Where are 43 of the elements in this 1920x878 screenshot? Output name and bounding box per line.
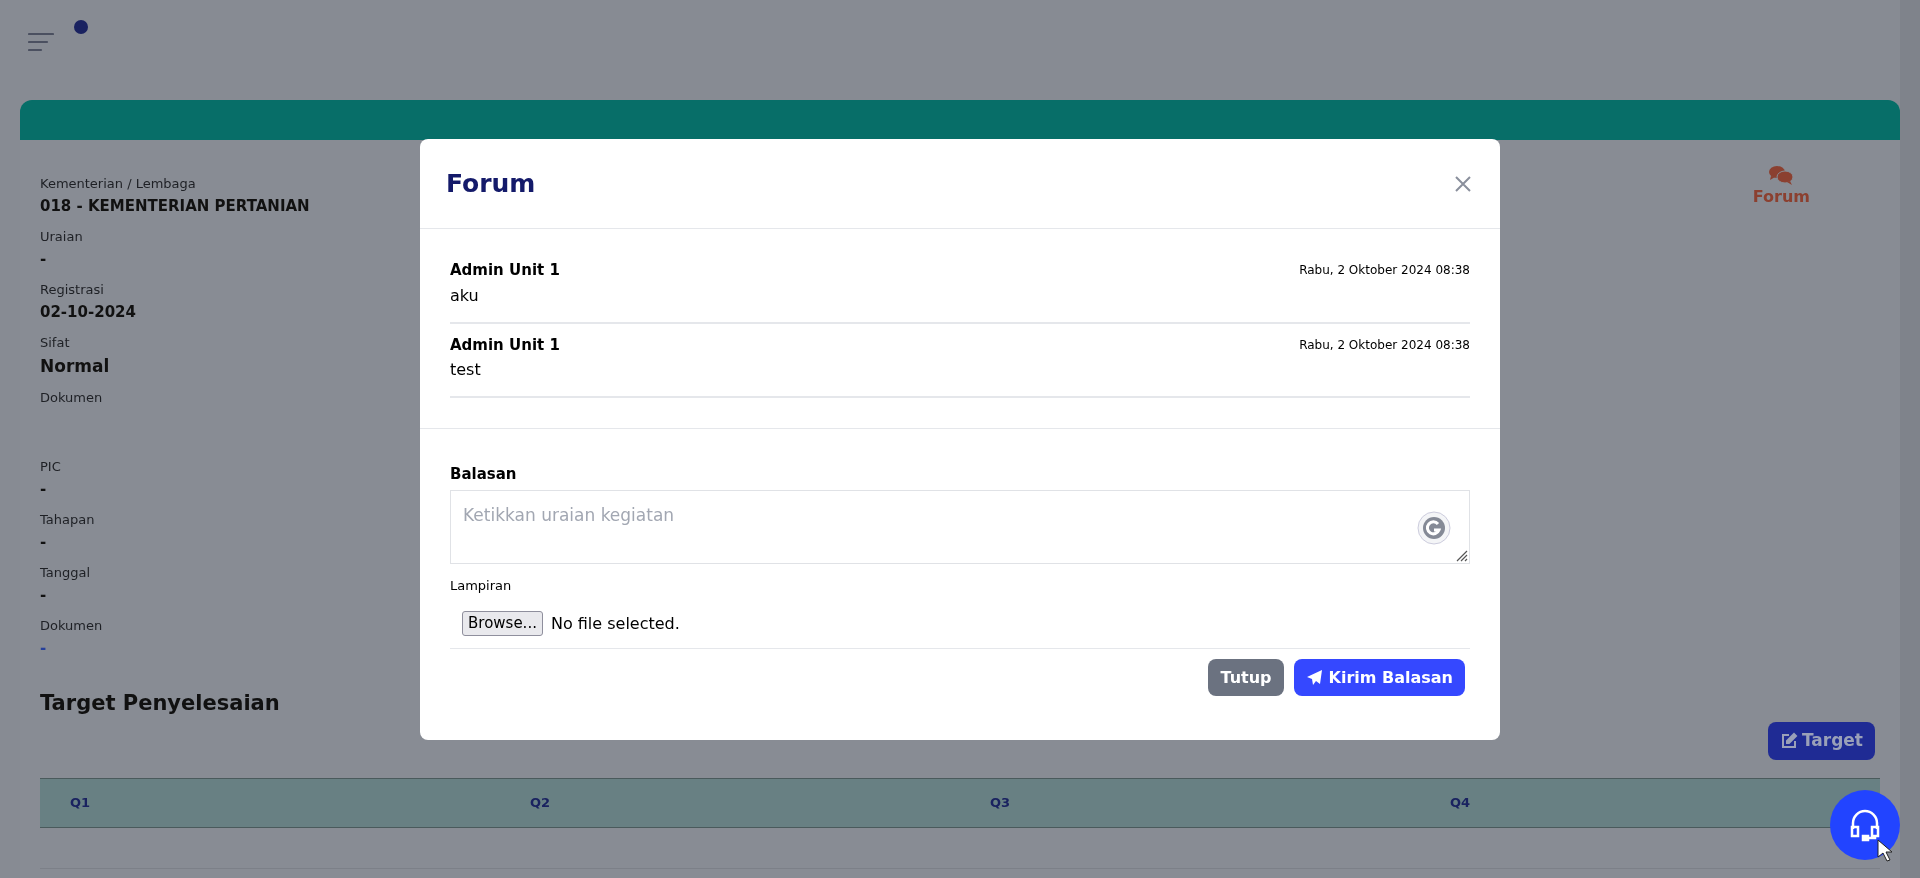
field-label: Tanggal bbox=[40, 564, 92, 582]
field-label: Tahapan bbox=[40, 511, 96, 529]
edit-icon bbox=[1779, 731, 1798, 750]
close-button[interactable]: Tutup bbox=[1208, 659, 1284, 696]
file-status: No file selected. bbox=[550, 612, 680, 635]
message-text: test bbox=[450, 359, 482, 381]
attachment-label: Lampiran bbox=[450, 576, 513, 595]
field-label: Dokumen bbox=[40, 617, 104, 635]
column-header: Q3 bbox=[989, 793, 1012, 812]
reply-text-area[interactable]: Ketikkan uraian kegiatan bbox=[450, 489, 1470, 564]
section-title: Target Penyelesaian bbox=[40, 690, 280, 717]
field-label: Uraian bbox=[40, 228, 84, 246]
grammar-check-icon[interactable] bbox=[1416, 509, 1452, 546]
field-value: - bbox=[40, 532, 48, 553]
field-label: PIC bbox=[40, 458, 62, 476]
column-header: Q4 bbox=[1449, 793, 1472, 812]
message-author: Admin Unit 1 bbox=[450, 334, 560, 356]
column-header: Q1 bbox=[69, 793, 92, 812]
chat-bubbles-icon bbox=[1768, 165, 1795, 185]
field-value: 018 - KEMENTERIAN PERTANIAN bbox=[40, 196, 310, 217]
field-value: 02-10-2024 bbox=[40, 302, 137, 323]
message-time: Rabu, 2 Oktober 2024 08:38 bbox=[1299, 262, 1470, 280]
modal-title: Forum bbox=[446, 167, 536, 200]
menu-icon[interactable] bbox=[28, 32, 54, 52]
target-button[interactable]: Target bbox=[1767, 721, 1875, 760]
field-value: Normal bbox=[40, 355, 111, 378]
field-link[interactable]: - bbox=[40, 636, 310, 660]
field-label: Kementerian / Lembaga bbox=[40, 175, 197, 193]
message-author: Admin Unit 1 bbox=[450, 260, 560, 281]
reply-label: Balasan bbox=[450, 464, 518, 485]
close-icon[interactable] bbox=[1454, 173, 1474, 194]
send-reply-button[interactable]: Kirim Balasan bbox=[1293, 659, 1465, 696]
field-label: Dokumen bbox=[40, 389, 104, 407]
field-value: - bbox=[40, 585, 48, 606]
field-value: - bbox=[40, 249, 48, 270]
message-time: Rabu, 2 Oktober 2024 08:38 bbox=[1299, 336, 1470, 354]
column-header: Q2 bbox=[529, 793, 552, 812]
message-text: aku bbox=[450, 284, 480, 307]
field-label: Registrasi bbox=[40, 281, 105, 299]
paper-plane-icon bbox=[1305, 669, 1323, 686]
field-label: Sifat bbox=[40, 334, 71, 352]
field-value: - bbox=[40, 479, 48, 500]
browse-button[interactable]: Browse... bbox=[462, 611, 543, 636]
